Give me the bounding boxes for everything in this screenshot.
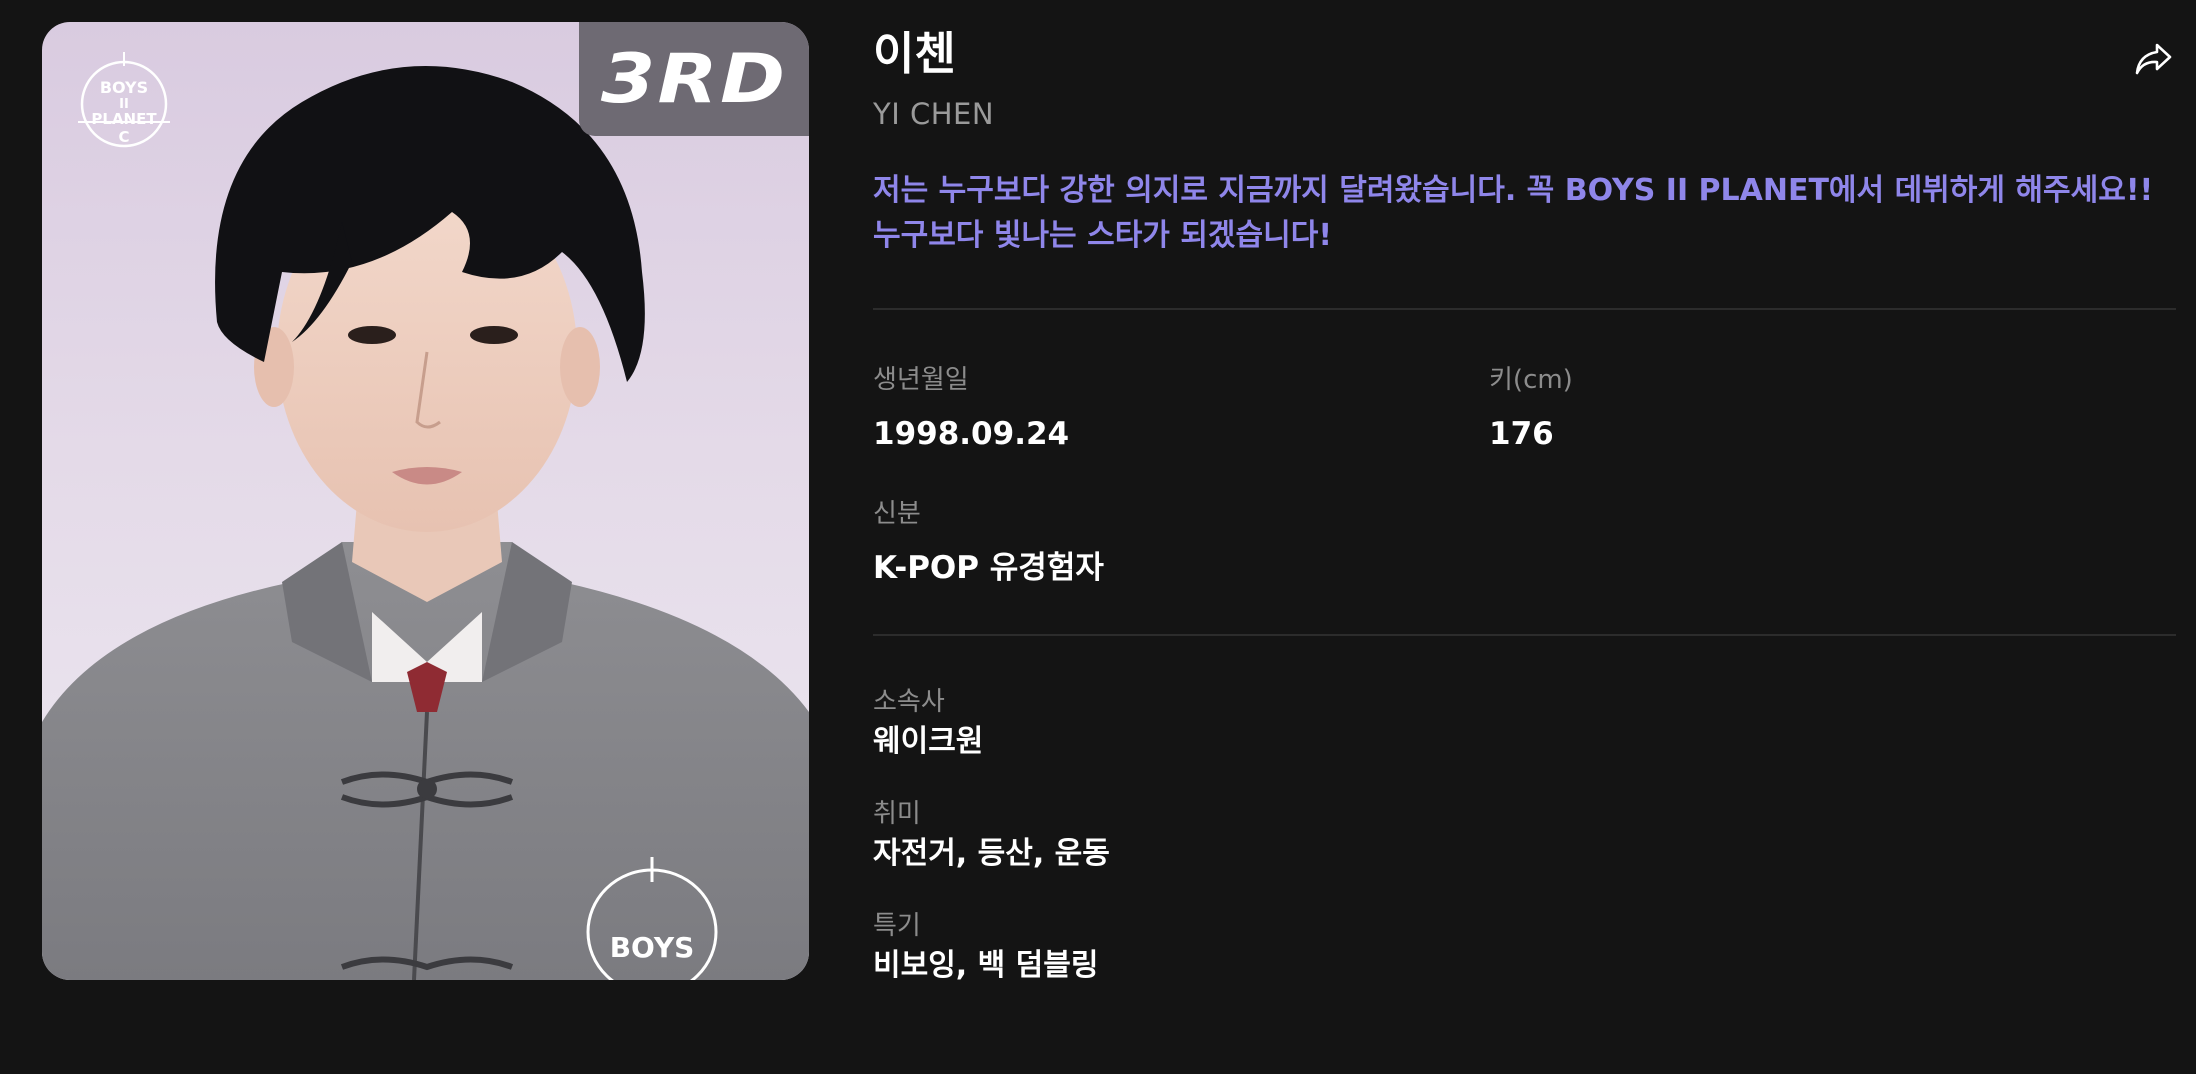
- hobby-value: 자전거, 등산, 운동: [873, 836, 1110, 871]
- height-value: 176: [1489, 416, 1554, 452]
- status-label: 신분: [873, 499, 921, 529]
- share-icon: [2135, 43, 2172, 75]
- share-button[interactable]: [2130, 36, 2176, 82]
- detail-skill: 특기 비보잉, 백 덤블링: [873, 910, 2176, 984]
- stat-birth: 생년월일 1998.09.24: [873, 364, 1489, 452]
- skill-value: 비보잉, 백 덤블링: [873, 948, 1099, 983]
- rank-badge-text: 3RD: [600, 39, 788, 119]
- svg-text:C: C: [118, 128, 129, 146]
- profile-page: BOYS BOYS II PLANET C 3RD 이첸 YI CHEN 저는 …: [0, 0, 2196, 1074]
- height-label: 키(cm): [1489, 365, 1573, 395]
- divider: [873, 634, 2176, 636]
- hobby-label: 취미: [873, 799, 921, 829]
- svg-text:PLANET: PLANET: [91, 110, 157, 128]
- status-value: K-POP 유경험자: [873, 550, 1104, 586]
- agency-value: 웨이크원: [873, 724, 984, 759]
- stat-height: 키(cm) 176: [1489, 364, 2105, 452]
- svg-text:BOYS: BOYS: [100, 78, 148, 97]
- birth-value: 1998.09.24: [873, 416, 1070, 452]
- divider: [873, 308, 2176, 310]
- profile-photo-card: BOYS BOYS II PLANET C 3RD: [42, 22, 809, 980]
- stats-grid: 생년월일 1998.09.24 키(cm) 176 신분 K-POP 유경험자: [873, 364, 2176, 586]
- details-list: 소속사 웨이크원 취미 자전거, 등산, 운동 특기 비보잉, 백 덤블링: [873, 686, 2176, 984]
- trainee-name-korean: 이첸: [873, 27, 956, 80]
- trainee-message: 저는 누구보다 강한 의지로 지금까지 달려왔습니다. 꼭 BOYS II PL…: [873, 173, 2154, 253]
- agency-label: 소속사: [873, 687, 945, 717]
- trainee-name-english: YI CHEN: [873, 97, 995, 131]
- stat-status: 신분 K-POP 유경험자: [873, 498, 1489, 586]
- birth-label: 생년월일: [873, 365, 969, 395]
- boys-planet-logo: BOYS II PLANET C: [78, 52, 170, 148]
- profile-info: 이첸 YI CHEN 저는 누구보다 강한 의지로 지금까지 달려왔습니다. 꼭…: [873, 22, 2176, 1022]
- detail-hobby: 취미 자전거, 등산, 운동: [873, 798, 2176, 872]
- detail-agency: 소속사 웨이크원: [873, 686, 2176, 760]
- svg-text:BOYS: BOYS: [610, 931, 695, 964]
- profile-photo: BOYS: [42, 66, 809, 980]
- rank-badge: 3RD: [579, 22, 809, 136]
- skill-label: 특기: [873, 911, 921, 941]
